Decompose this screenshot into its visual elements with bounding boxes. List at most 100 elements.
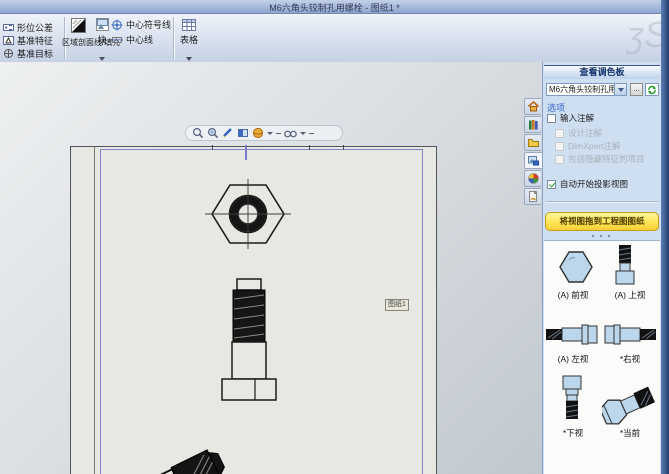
properties-icon	[528, 190, 538, 202]
table-flyout-arrow[interactable]	[186, 57, 192, 61]
block-flyout-arrow[interactable]	[99, 57, 105, 61]
window-title: M6六角头铰制孔用螺栓 - 图纸1 *	[269, 3, 400, 13]
view-orientation-dropdown[interactable]	[267, 131, 273, 135]
zoom-to-fit-icon[interactable]	[192, 127, 204, 139]
heads-up-toolbar[interactable]	[185, 125, 343, 141]
thumb-label-top: (A) 上视	[614, 290, 646, 300]
display-style-dropdown[interactable]	[300, 131, 306, 135]
drawing-sheet[interactable]: 图纸1	[70, 145, 437, 474]
centerline-button[interactable]: 中心线	[111, 34, 153, 45]
sheet-edge-divider	[245, 145, 247, 160]
drawing-view-front-bolt[interactable]	[217, 275, 281, 403]
datum-target-button[interactable]: 基准目标	[3, 48, 53, 59]
zone-tick	[212, 145, 213, 150]
checkbox-label: DimXpert注解	[568, 141, 621, 151]
thumb-label-right: *右视	[619, 354, 641, 364]
drawing-view-top-hex[interactable]	[202, 176, 294, 252]
tab-view-palette[interactable]	[524, 152, 542, 169]
datum-feature-button[interactable]: 基准特征	[3, 35, 53, 46]
title-bar[interactable]: M6六角头铰制孔用螺栓 - 图纸1 *	[0, 0, 669, 14]
panel-divider	[546, 201, 658, 202]
table-icon	[182, 19, 196, 31]
thumb-label-front: (A) 前视	[557, 290, 589, 300]
block-button[interactable]: 块	[93, 18, 111, 45]
task-pane-tabs	[524, 98, 542, 206]
document-combo-value: M6六角头铰制孔用螺	[549, 85, 625, 94]
center-mark-button[interactable]: 中心符号线	[111, 19, 171, 30]
checkbox-checked-icon[interactable]	[547, 179, 556, 189]
checkbox-auto-start-projected[interactable]: 自动开始投影视图	[547, 178, 628, 190]
browse-label: ...	[633, 84, 640, 93]
zone-tick	[343, 145, 344, 150]
folder-icon	[527, 139, 539, 147]
area-hatch-label: 区域剖面线/填充	[62, 38, 121, 47]
checkbox-design-annotations: 设计注解	[555, 127, 602, 139]
thumb-right-view[interactable]	[603, 321, 657, 347]
checkbox-label: 自动开始投影视图	[560, 179, 629, 189]
tab-solidworks-resources[interactable]	[524, 98, 541, 115]
gtol-button[interactable]: 形位公差	[3, 22, 53, 33]
view-thumbnails-area: (A) 前视 (A) 上视 (A) 左视 *右视 *下视 *当前	[544, 240, 660, 474]
checkbox-icon	[555, 154, 564, 164]
window-border	[661, 0, 669, 474]
thumb-top-view[interactable]	[614, 244, 636, 290]
center-mark-label: 中心符号线	[126, 20, 172, 30]
solidworks-logo-watermark: ʒS	[626, 14, 662, 55]
block-icon	[95, 18, 109, 31]
refresh-button[interactable]	[645, 83, 659, 96]
previous-view-icon[interactable]	[222, 127, 234, 139]
document-combo[interactable]: M6六角头铰制孔用螺	[546, 83, 627, 96]
zone-tick	[309, 145, 310, 150]
view-palette-panel: 查看调色板 M6六角头铰制孔用螺 ... 选项 输入注解 设计注解 DimXpe…	[542, 62, 661, 474]
tab-appearances[interactable]	[524, 170, 541, 187]
checkbox-icon	[555, 128, 564, 138]
tab-file-explorer[interactable]	[524, 134, 541, 151]
display-style-icon[interactable]	[284, 128, 297, 139]
thumb-current-view[interactable]	[602, 385, 658, 427]
chevron-down-icon[interactable]	[614, 84, 626, 95]
thumb-label-current: *当前	[619, 428, 641, 438]
tab-design-library[interactable]	[524, 116, 541, 133]
books-icon	[528, 120, 538, 130]
checkbox-icon	[555, 141, 564, 151]
area-hatch-icon	[71, 18, 86, 33]
thumb-bottom-view[interactable]	[561, 375, 583, 421]
section-view-icon[interactable]	[237, 127, 249, 139]
checkbox-icon[interactable]	[547, 113, 556, 123]
tab-custom-properties[interactable]	[524, 188, 541, 205]
browse-button[interactable]: ...	[630, 83, 643, 96]
block-label: 块	[97, 35, 107, 45]
thumb-label-bottom: *下视	[562, 428, 584, 438]
sheet-zone-line	[94, 147, 95, 474]
area-hatch-button[interactable]: 区域剖面线/填充	[62, 18, 121, 47]
table-label: 表格	[179, 35, 198, 45]
centerline-icon	[111, 36, 123, 43]
checkbox-include-hidden: 包括隐藏特征的项目	[555, 153, 645, 165]
drag-hint-banner: 将视图拖到工程图图纸	[545, 212, 659, 231]
appearances-icon	[527, 173, 539, 184]
datum-feature-label: 基准特征	[17, 36, 54, 46]
view-orientation-icon[interactable]	[252, 127, 264, 139]
checkbox-label: 输入注解	[560, 113, 595, 123]
command-manager: 形位公差 基准特征 基准目标 区域剖面线/填充 块 中心符号线 中心线 表格	[0, 14, 669, 63]
thumb-left-view[interactable]	[545, 321, 599, 347]
solidworks-window: M6六角头铰制孔用螺栓 - 图纸1 * 形位公差 基准特征 基准目标 区域剖面线…	[0, 0, 669, 474]
checkbox-label: 包括隐藏特征的项目	[568, 154, 645, 164]
drawing-view-iso-bolt[interactable]	[99, 434, 244, 474]
checkbox-label: 设计注解	[568, 128, 603, 138]
hud-separator	[309, 132, 314, 134]
refresh-icon	[648, 85, 656, 94]
toolbar-separator	[173, 17, 174, 59]
sheet-tooltip-text: 图纸1	[388, 301, 406, 308]
datum-feature-icon	[3, 36, 14, 45]
thumb-front-view[interactable]	[556, 249, 596, 285]
gtol-label: 形位公差	[17, 23, 54, 33]
panel-title: 查看调色板	[579, 67, 625, 77]
checkbox-dimxpert-annotations: DimXpert注解	[555, 140, 620, 152]
home-icon	[527, 100, 539, 112]
zoom-to-area-icon[interactable]	[207, 127, 219, 139]
table-button[interactable]: 表格	[177, 18, 201, 45]
panel-splitter[interactable]	[543, 234, 661, 238]
checkbox-import-annotations[interactable]: 输入注解	[547, 112, 594, 124]
thumb-label-left: (A) 左视	[557, 354, 589, 364]
